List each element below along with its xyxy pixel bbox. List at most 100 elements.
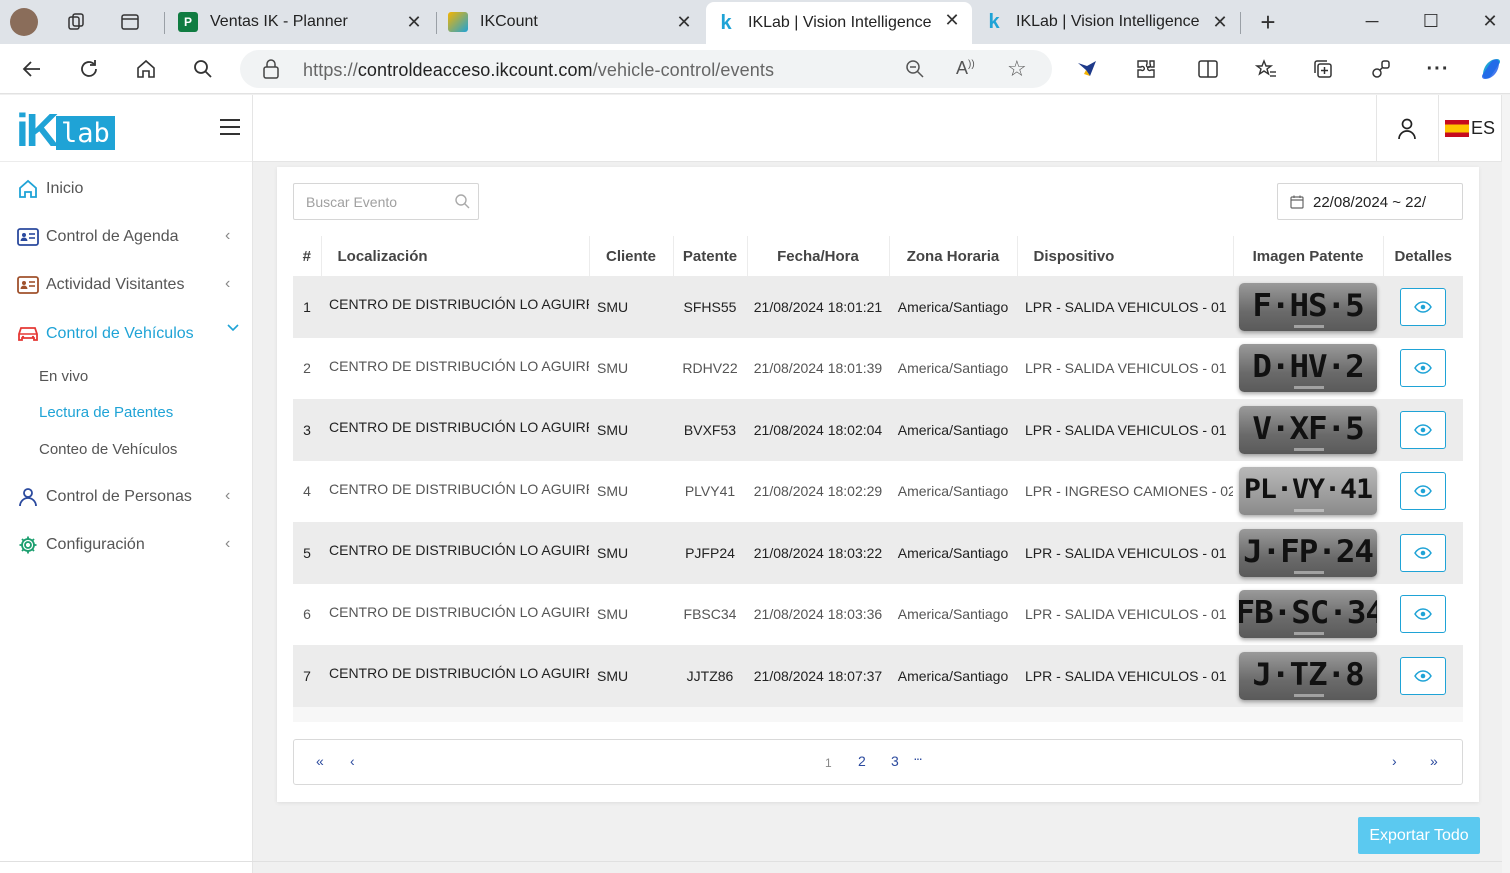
license-plate-image[interactable]: V·XF·5 (1239, 405, 1377, 454)
sidebar-item-inicio[interactable]: Inicio (0, 169, 253, 209)
license-plate-image[interactable]: J·FP·24 (1239, 528, 1377, 577)
workspaces-icon[interactable] (62, 8, 90, 36)
search-icon[interactable] (189, 55, 217, 83)
iklab-logo[interactable]: iK lab (16, 107, 115, 153)
sidebar-item-control-agenda[interactable]: Control de Agenda ‹ (0, 217, 253, 257)
cell-localizacion: CENTRO DE DISTRIBUCIÓN LO AGUIRRE (329, 480, 589, 497)
sidebar-item-configuracion[interactable]: Configuración ‹ (0, 525, 253, 565)
url-text[interactable]: https://controldeacceso.ikcount.com/vehi… (303, 60, 774, 81)
back-icon[interactable] (18, 55, 46, 83)
close-icon[interactable]: ✕ (404, 12, 424, 32)
license-plate-image[interactable]: D·HV·2 (1239, 344, 1377, 393)
tab-iklab[interactable]: k IKLab | Vision Intelligence ✕ (974, 4, 1240, 40)
cell-patente: PLVY41 (684, 483, 736, 500)
col-header-number: # (293, 236, 322, 276)
address-field[interactable]: https://controldeacceso.ikcount.com/vehi… (240, 50, 1052, 88)
license-plate-image[interactable]: F·HS·5 (1239, 282, 1377, 331)
view-details-button[interactable] (1400, 656, 1446, 695)
close-icon[interactable]: ✕ (674, 12, 694, 32)
sidebar-footer-divider (0, 861, 253, 862)
table-row: 7 CENTRO DE DISTRIBUCIÓN LO AGUIRRE SMU … (293, 645, 1463, 707)
collections-icon[interactable] (1309, 55, 1337, 83)
pagination-page-3[interactable]: 3 (891, 753, 899, 769)
browser-tab-bar: P Ventas IK - Planner ✕ IKCount ✕ k IKLa… (0, 0, 1510, 44)
view-details-button[interactable] (1400, 410, 1446, 449)
tab-actions-icon[interactable] (116, 8, 144, 36)
license-plate-image[interactable]: J·TZ·8 (1239, 651, 1377, 700)
sidebar-item-control-personas[interactable]: Control de Personas ‹ (0, 477, 253, 517)
sidebar-item-actividad-visitantes[interactable]: Actividad Visitantes ‹ (0, 265, 253, 305)
new-tab-icon[interactable]: + (1254, 7, 1282, 37)
cell-localizacion: CENTRO DE DISTRIBUCIÓN LO AGUIRRE (329, 419, 589, 435)
hamburger-menu-icon[interactable] (220, 119, 240, 135)
performance-icon[interactable] (1367, 55, 1395, 83)
view-details-button[interactable] (1400, 349, 1446, 388)
pagination-page-1[interactable]: 1 (825, 756, 832, 770)
ikcount-icon (448, 12, 468, 32)
search-icon[interactable] (454, 193, 470, 209)
favorite-star-icon[interactable]: ☆ (1007, 56, 1027, 82)
pagination-prev-button[interactable]: ‹ (350, 753, 355, 769)
export-all-button[interactable]: Exportar Todo (1358, 817, 1480, 854)
zoom-icon[interactable] (905, 59, 925, 84)
profile-avatar-icon[interactable] (10, 8, 38, 36)
maximize-icon[interactable]: ☐ (1411, 6, 1451, 36)
pagination: « ‹ 1 2 3 ··· › » (293, 739, 1463, 785)
col-header-dispositivo[interactable]: Dispositivo (1017, 236, 1234, 276)
tab-ikcount[interactable]: IKCount ✕ (438, 4, 704, 40)
user-menu-button[interactable] (1376, 95, 1437, 162)
language-selector[interactable]: ES (1438, 95, 1502, 162)
col-header-fecha-hora[interactable]: Fecha/Hora (747, 236, 890, 276)
col-header-zona-horaria[interactable]: Zona Horaria (889, 236, 1018, 276)
pagination-page-2[interactable]: 2 (858, 753, 866, 769)
submenu-item-lectura-patentes[interactable]: Lectura de Patentes (39, 404, 173, 421)
tab-iklab-active[interactable]: k IKLab | Vision Intelligence ✕ (706, 2, 972, 44)
close-icon[interactable]: ✕ (1210, 12, 1230, 32)
col-header-cliente[interactable]: Cliente (589, 236, 674, 276)
view-details-button[interactable] (1400, 287, 1446, 326)
extension-copilot-icon[interactable] (1073, 55, 1101, 83)
window-close-icon[interactable]: ✕ (1470, 6, 1510, 36)
submenu-item-en-vivo[interactable]: En vivo (39, 368, 88, 385)
close-icon[interactable]: ✕ (942, 10, 962, 30)
cell-cliente: SMU (597, 606, 629, 623)
sidebar: iK lab Inicio Control de Agenda ‹ Activi… (0, 95, 253, 873)
events-table: # Localización Cliente Patente Fecha/Hor… (293, 236, 1463, 707)
lock-icon[interactable] (262, 59, 280, 84)
more-options-icon[interactable]: ··· (1424, 55, 1452, 83)
tab-title: Ventas IK - Planner (210, 13, 348, 30)
home-icon[interactable] (132, 55, 160, 83)
submenu-item-conteo-vehiculos[interactable]: Conteo de Vehículos (39, 441, 177, 458)
col-header-localizacion[interactable]: Localización (321, 236, 590, 276)
pagination-ellipsis[interactable]: ··· (913, 750, 923, 766)
search-input[interactable] (294, 184, 454, 219)
copilot-icon[interactable] (1477, 55, 1505, 83)
chevron-down-icon (226, 320, 240, 339)
cell-imagen-patente: PL·VY·41 (1233, 461, 1383, 523)
page-scrollbar[interactable] (1502, 95, 1510, 873)
extensions-icon[interactable] (1132, 55, 1160, 83)
pagination-first-button[interactable]: « (316, 753, 324, 769)
split-screen-icon[interactable] (1194, 55, 1222, 83)
reload-icon[interactable] (75, 55, 103, 83)
view-details-button[interactable] (1400, 472, 1446, 511)
sidebar-item-control-vehiculos[interactable]: Control de Vehículos (0, 314, 253, 354)
view-details-button[interactable] (1400, 533, 1446, 572)
date-range-picker[interactable]: 22/08/2024 ~ 22/ (1277, 183, 1463, 220)
view-details-button[interactable] (1400, 595, 1446, 634)
pagination-next-button[interactable]: › (1392, 753, 1397, 769)
cell-imagen-patente: J·FP·24 (1233, 522, 1383, 584)
cell-number: 5 (303, 544, 311, 561)
chevron-left-icon: ‹ (225, 535, 231, 552)
col-header-patente[interactable]: Patente (673, 236, 748, 276)
table-row: 5 CENTRO DE DISTRIBUCIÓN LO AGUIRRE SMU … (293, 522, 1463, 584)
pagination-last-button[interactable]: » (1430, 753, 1438, 769)
minimize-icon[interactable]: ─ (1352, 6, 1392, 36)
license-plate-image[interactable]: FB·SC·34 (1239, 590, 1377, 639)
tab-planner[interactable]: P Ventas IK - Planner ✕ (168, 4, 434, 40)
cell-dispositivo: LPR - SALIDA VEHICULOS - 01 (1025, 606, 1227, 623)
read-aloud-icon[interactable]: A)) (956, 58, 975, 79)
favorites-icon[interactable] (1252, 55, 1280, 83)
license-plate-image[interactable]: PL·VY·41 (1239, 467, 1377, 516)
language-code: ES (1470, 118, 1495, 138)
